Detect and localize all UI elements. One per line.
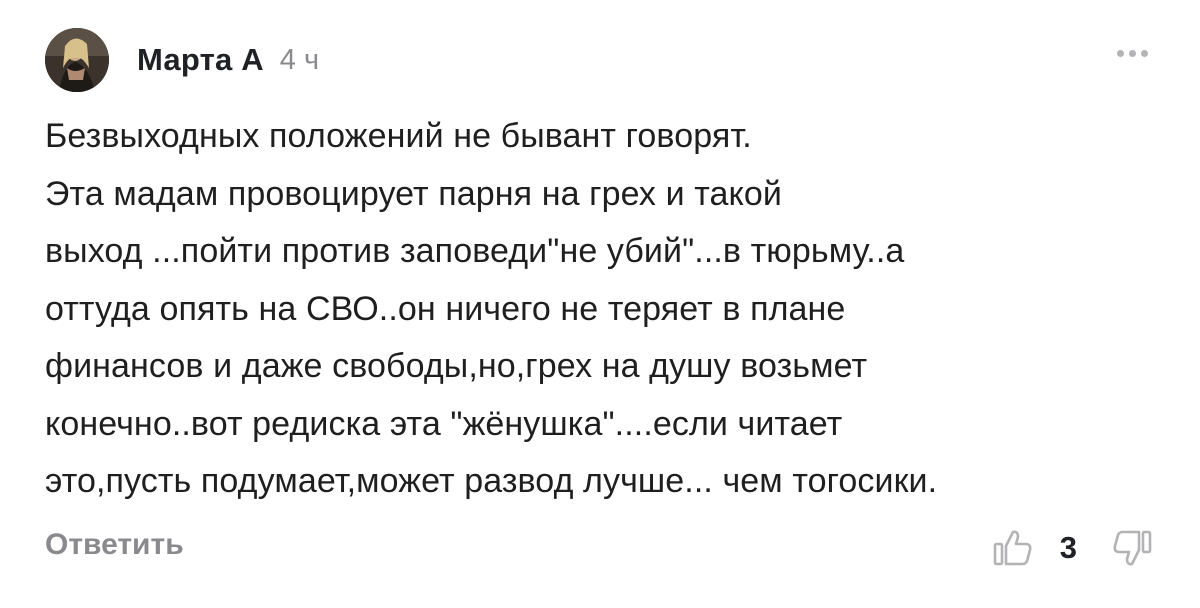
comment-text: Безвыходных положений не бывант говорят.… [45,117,938,500]
thumb-down-icon[interactable] [1109,525,1155,571]
more-dot [1117,50,1124,57]
more-dots-icon[interactable] [1117,50,1148,57]
more-dot [1141,50,1148,57]
comment-header: Марта А 4 ч [45,24,319,96]
vote-controls: 3 [990,520,1155,576]
avatar[interactable] [45,28,109,92]
comment-footer: Ответить 3 [45,520,1155,580]
comment-time: 4 ч [279,43,320,76]
avatar-photo-icon [45,28,109,92]
more-dot [1129,50,1136,57]
reply-button[interactable]: Ответить [45,528,184,562]
comment-card: Марта А 4 ч Безвыходных положений не быв… [0,0,1200,608]
thumb-up-icon[interactable] [990,525,1036,571]
author-name[interactable]: Марта А [137,42,264,78]
likes-count: 3 [1059,530,1077,565]
